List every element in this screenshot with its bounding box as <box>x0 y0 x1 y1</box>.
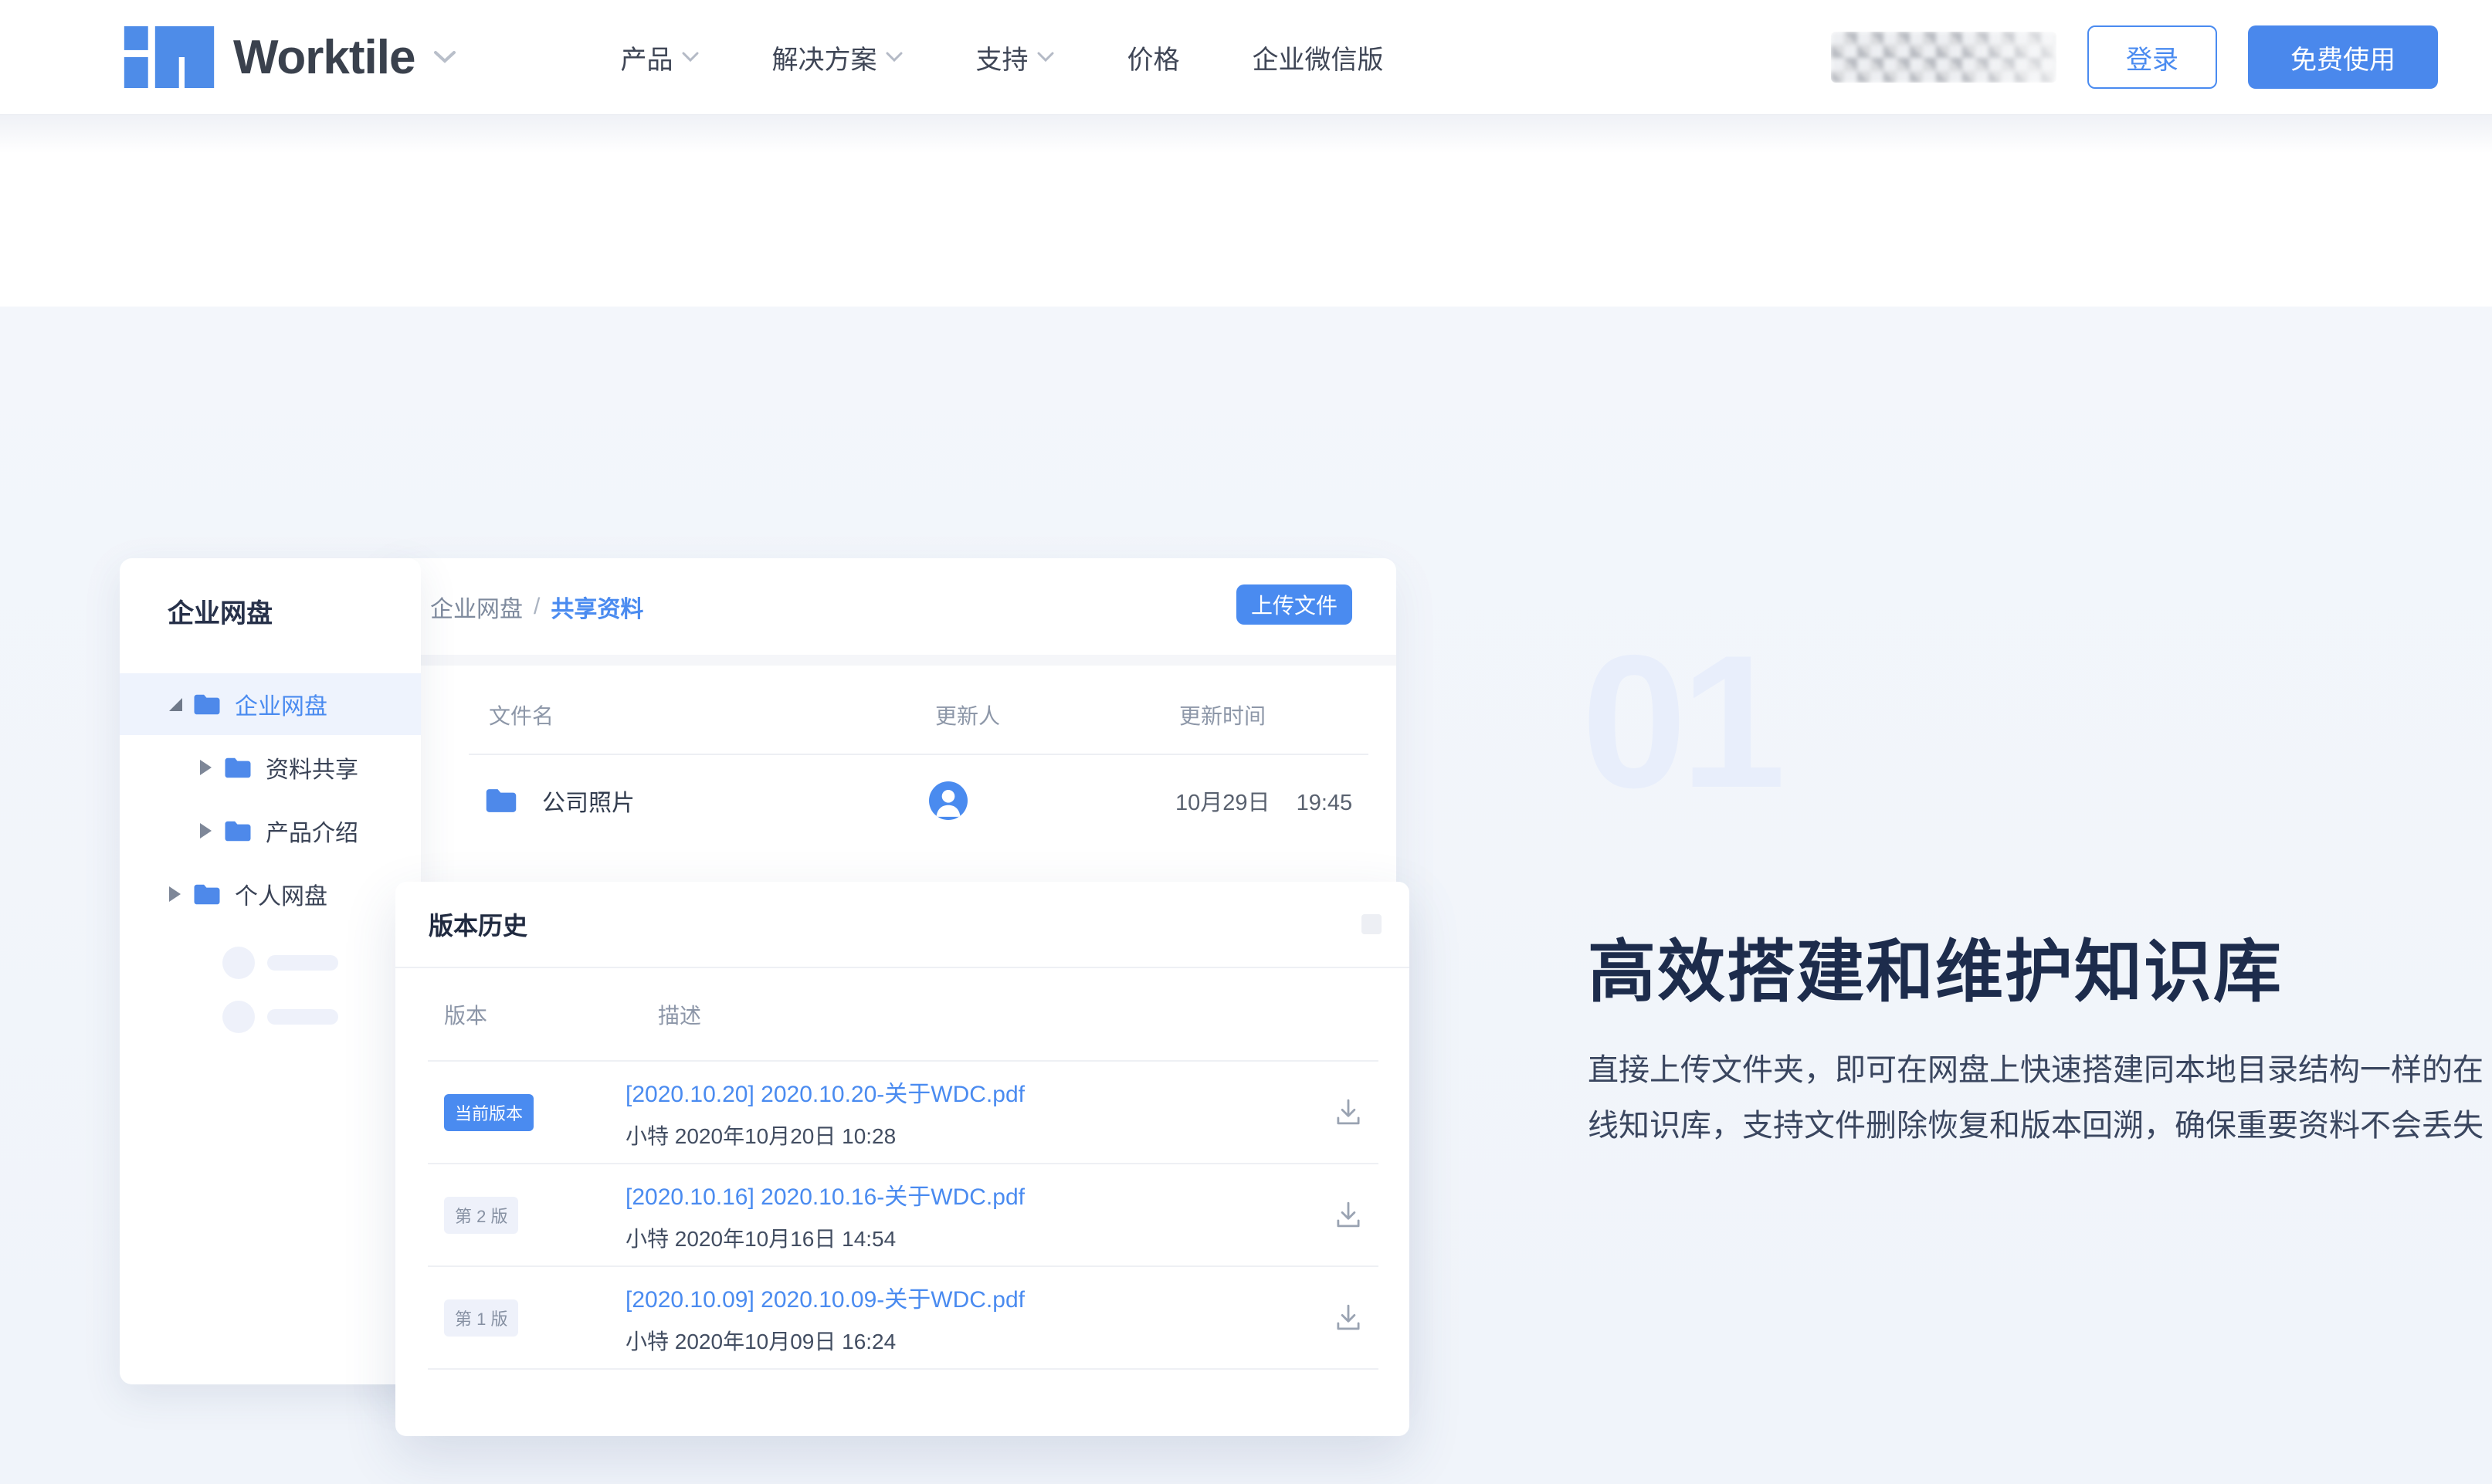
version-info: [2020.10.16] 2020.10.16-关于WDC.pdf 小特 202… <box>626 1177 1025 1253</box>
nav-item-products[interactable]: 产品 <box>620 39 699 76</box>
free-trial-button[interactable]: 免费使用 <box>2248 25 2438 89</box>
nav-item-label: 支持 <box>975 39 1028 76</box>
worktile-logo[interactable]: Worktile <box>124 26 456 88</box>
square-placeholder-icon[interactable] <box>1361 914 1382 934</box>
version-badge-cell: 第 2 版 <box>428 1197 626 1234</box>
tree-item-shared-materials[interactable]: 资料共享 <box>120 737 421 798</box>
feature-heading: 高效搭建和维护知识库 <box>1588 917 2283 1015</box>
skeleton-row <box>222 1001 421 1033</box>
version-file-link[interactable]: [2020.10.09] 2020.10.09-关于WDC.pdf <box>626 1280 1025 1314</box>
column-header-version: 版本 <box>444 999 658 1030</box>
top-navbar: Worktile 产品 解决方案 支持 价格 企业微信版 <box>0 0 2492 114</box>
nav-item-label: 企业微信版 <box>1252 39 1383 76</box>
version-info: [2020.10.20] 2020.10.20-关于WDC.pdf 小特 202… <box>626 1075 1025 1150</box>
version-row: 第 2 版 [2020.10.16] 2020.10.16-关于WDC.pdf … <box>428 1163 1378 1265</box>
version-meta: 小特 2020年10月09日 16:24 <box>626 1325 1025 1356</box>
folder-icon <box>224 757 252 779</box>
sidebar-title: 企业网盘 <box>120 558 421 630</box>
file-updated-time: 10月29日 19:45 <box>1175 784 1352 817</box>
modal-header: 版本历史 <box>395 882 1409 967</box>
version-badge-current: 当前版本 <box>444 1094 534 1131</box>
drive-toolbar: 企业网盘 / 共享资料 上传文件 <box>386 558 1396 655</box>
nav-item-support[interactable]: 支持 <box>975 39 1054 76</box>
updated-date: 10月29日 <box>1175 791 1270 815</box>
version-badge: 第 2 版 <box>444 1197 518 1234</box>
column-header-filename: 文件名 <box>489 700 935 730</box>
nav-right-group: 登录 免费使用 <box>1831 25 2438 89</box>
version-file-link[interactable]: [2020.10.16] 2020.10.16-关于WDC.pdf <box>626 1177 1025 1211</box>
file-table-row[interactable]: 公司照片 10月29日 19:45 <box>386 755 1396 846</box>
folder-icon <box>485 788 517 814</box>
download-icon[interactable] <box>1332 1301 1365 1337</box>
download-icon[interactable] <box>1332 1096 1365 1132</box>
nav-item-label: 产品 <box>620 39 673 76</box>
breadcrumb-current: 共享资料 <box>551 590 643 624</box>
nav-item-solutions[interactable]: 解决方案 <box>771 39 903 76</box>
version-table-bottom-divider <box>428 1368 1378 1436</box>
column-header-updater: 更新人 <box>935 700 1179 730</box>
nav-item-label: 解决方案 <box>771 39 876 76</box>
chevron-down-icon <box>1037 52 1054 63</box>
nav-item-wechat-work[interactable]: 企业微信版 <box>1252 39 1383 76</box>
skeleton-circle <box>222 947 255 979</box>
file-name: 公司照片 <box>542 784 635 818</box>
version-table-header: 版本 描述 <box>395 968 1409 1060</box>
worktile-landing-page: Worktile 产品 解决方案 支持 价格 企业微信版 <box>0 0 2492 1484</box>
upload-file-button[interactable]: 上传文件 <box>1236 584 1352 625</box>
caret-right-icon[interactable] <box>200 760 212 775</box>
folder-tree: 企业网盘 资料共享 产品介绍 个人 <box>120 673 421 1033</box>
navbar-shadow <box>0 114 2492 163</box>
chevron-down-icon <box>433 50 456 64</box>
column-header-description: 描述 <box>658 999 701 1030</box>
file-table-header: 文件名 更新人 更新时间 <box>386 666 1396 730</box>
skeleton-bar <box>267 1009 338 1025</box>
toolbar-divider-strip <box>386 655 1396 666</box>
user-avatar-icon <box>929 781 968 824</box>
folder-icon <box>193 693 221 716</box>
skeleton-bar <box>267 955 338 971</box>
version-history-modal: 版本历史 版本 描述 当前版本 [2020.10.20] 2020.10.20-… <box>395 882 1409 1436</box>
chevron-down-icon <box>682 52 699 63</box>
nav-item-label: 价格 <box>1127 39 1179 76</box>
tree-item-label: 企业网盘 <box>235 687 327 721</box>
version-meta: 小特 2020年10月20日 10:28 <box>626 1120 1025 1150</box>
folder-icon <box>193 883 221 906</box>
version-row: 第 1 版 [2020.10.09] 2020.10.09-关于WDC.pdf … <box>428 1265 1378 1368</box>
tree-item-label: 资料共享 <box>266 750 358 784</box>
worktile-logo-icon <box>124 26 215 88</box>
caret-down-icon[interactable] <box>169 698 182 711</box>
version-file-link[interactable]: [2020.10.20] 2020.10.20-关于WDC.pdf <box>626 1075 1025 1109</box>
folder-icon <box>224 820 252 842</box>
version-badge-cell: 当前版本 <box>428 1094 626 1131</box>
feature-description: 直接上传文件夹，即可在网盘上快速搭建同本地目录结构一样的在线知识库，支持文件删除… <box>1588 1042 2491 1154</box>
tree-item-product-intro[interactable]: 产品介绍 <box>120 800 421 862</box>
tree-item-label: 个人网盘 <box>235 877 327 911</box>
feature-index-watermark: 01 <box>1582 627 1780 816</box>
download-icon[interactable] <box>1332 1198 1365 1235</box>
version-meta: 小特 2020年10月16日 14:54 <box>626 1222 1025 1253</box>
nav-menu: 产品 解决方案 支持 价格 企业微信版 <box>620 39 1456 76</box>
version-info: [2020.10.09] 2020.10.09-关于WDC.pdf 小特 202… <box>626 1280 1025 1356</box>
skeleton-row <box>222 947 421 979</box>
login-button[interactable]: 登录 <box>2087 25 2217 89</box>
version-badge: 第 1 版 <box>444 1299 518 1337</box>
skeleton-circle <box>222 1001 255 1033</box>
version-badge-cell: 第 1 版 <box>428 1299 626 1337</box>
caret-right-icon[interactable] <box>200 823 212 839</box>
column-header-updated-time: 更新时间 <box>1179 700 1266 730</box>
version-row: 当前版本 [2020.10.20] 2020.10.20-关于WDC.pdf 小… <box>428 1060 1378 1163</box>
nav-item-pricing[interactable]: 价格 <box>1127 39 1179 76</box>
chevron-down-icon <box>886 52 903 63</box>
updated-clock: 19:45 <box>1297 791 1353 815</box>
masked-phone-number <box>1831 32 2056 83</box>
caret-right-icon[interactable] <box>169 886 181 902</box>
tree-item-enterprise-drive[interactable]: 企业网盘 <box>120 673 421 735</box>
tree-item-label: 产品介绍 <box>266 814 358 848</box>
modal-title: 版本历史 <box>429 906 527 942</box>
drive-sidebar-card: 企业网盘 企业网盘 资料共享 产品介绍 <box>120 558 421 1384</box>
breadcrumb-separator: / <box>534 594 540 620</box>
tree-item-personal-drive[interactable]: 个人网盘 <box>120 863 421 925</box>
brand-name: Worktile <box>233 30 415 85</box>
breadcrumb-root[interactable]: 企业网盘 <box>430 590 523 624</box>
